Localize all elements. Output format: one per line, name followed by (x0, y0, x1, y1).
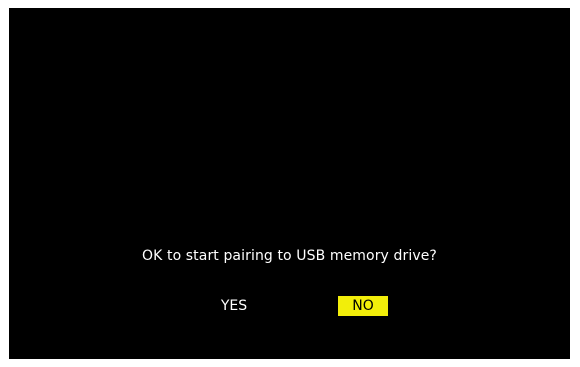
pairing-prompt-message: OK to start pairing to USB memory drive? (142, 248, 437, 264)
no-button[interactable]: NO (338, 296, 388, 316)
yes-button[interactable]: YES (211, 296, 257, 316)
screen: OK to start pairing to USB memory drive?… (9, 8, 570, 359)
